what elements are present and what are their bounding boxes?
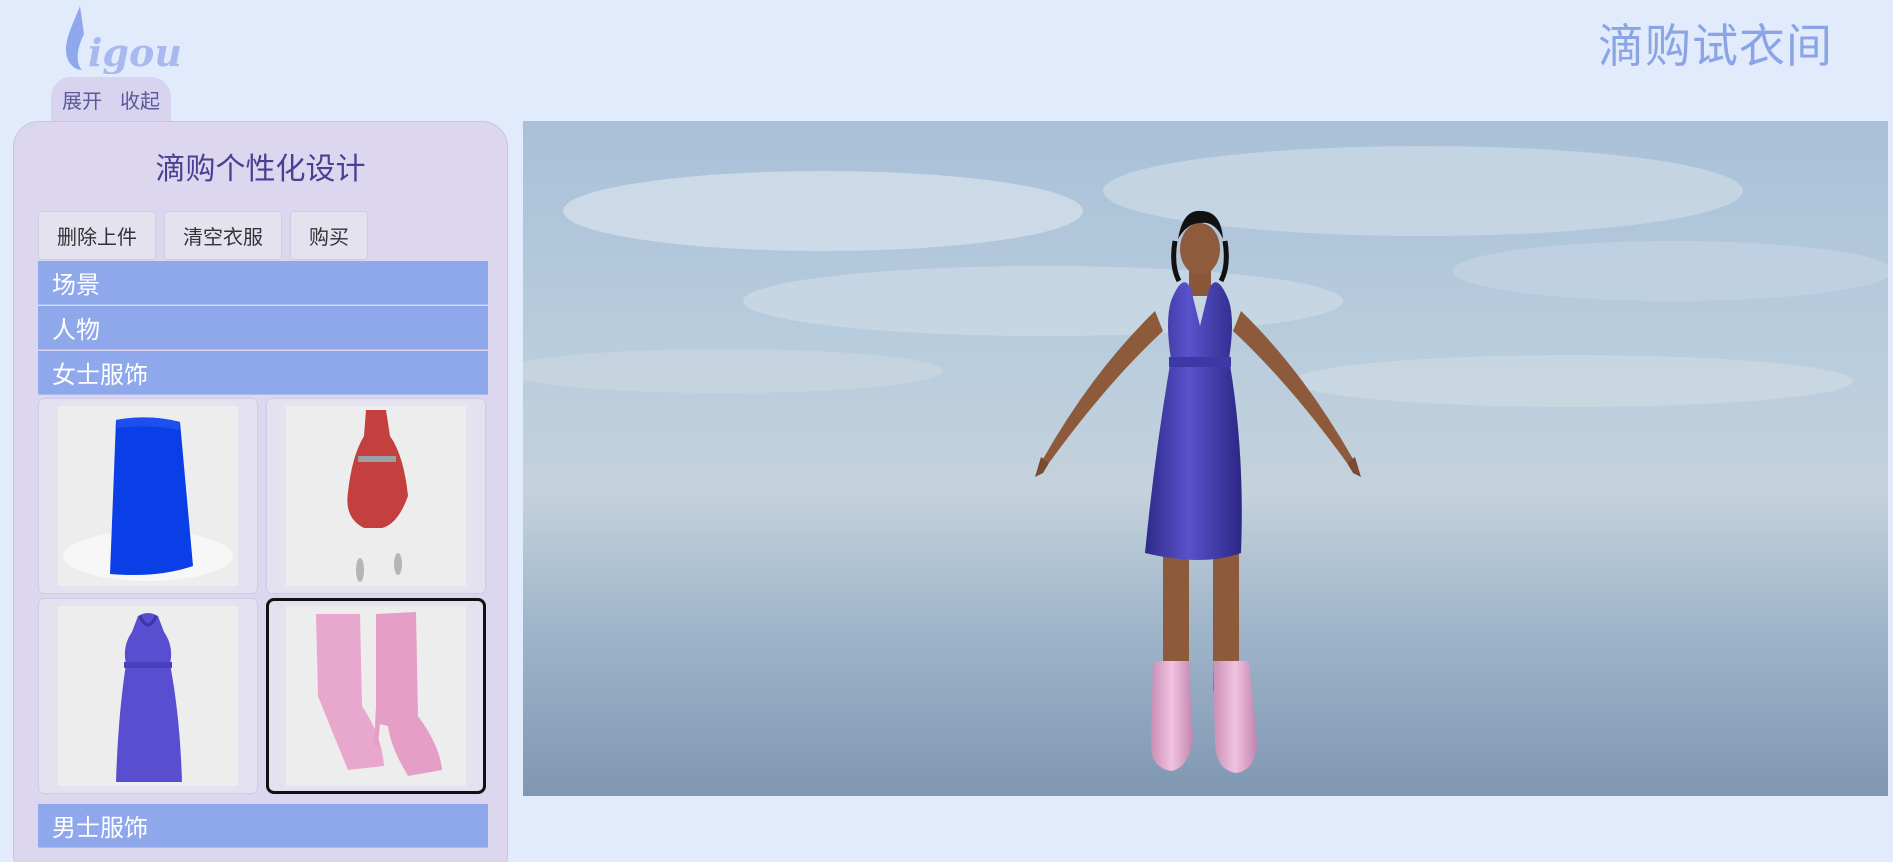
sidebar-toolbar: 删除上件 清空衣服 购买 — [38, 211, 368, 260]
pink-boots-thumbnail — [286, 606, 466, 786]
site-title: 滴购试衣间 — [1598, 19, 1833, 73]
item-purple-halter-dress[interactable] — [38, 598, 258, 794]
item-pink-boots[interactable] — [266, 598, 486, 794]
expand-button[interactable]: 展开 — [62, 85, 102, 114]
category-person[interactable]: 人物 — [38, 306, 488, 350]
clear-clothes-button[interactable]: 清空衣服 — [164, 211, 282, 260]
fitting-room-viewport[interactable] — [523, 121, 1888, 796]
buy-button[interactable]: 购买 — [290, 211, 368, 260]
delete-top-button[interactable]: 删除上件 — [38, 211, 156, 260]
svg-text:igou: igou — [88, 30, 182, 74]
item-blue-skirt[interactable] — [38, 398, 258, 594]
sidebar-title: 滴购个性化设计 — [155, 152, 366, 187]
scene-canvas — [523, 121, 1888, 796]
blue-skirt-thumbnail — [58, 406, 238, 586]
expand-collapse-tabs: 展开 收起 — [51, 77, 171, 121]
digou-logo: igou — [66, 6, 182, 74]
red-dress-thumbnail — [286, 406, 466, 586]
purple-dress-thumbnail — [58, 606, 238, 786]
category-scene[interactable]: 场景 — [38, 261, 488, 305]
collapse-button[interactable]: 收起 — [120, 85, 160, 114]
category-women[interactable]: 女士服饰 — [38, 351, 488, 395]
design-sidebar: 滴购个性化设计 删除上件 清空衣服 购买 场景 人物 女士服饰 男士服饰 — [13, 121, 508, 862]
item-red-dress[interactable] — [266, 398, 486, 594]
category-men[interactable]: 男士服饰 — [38, 804, 488, 848]
clothing-grid — [38, 398, 488, 794]
